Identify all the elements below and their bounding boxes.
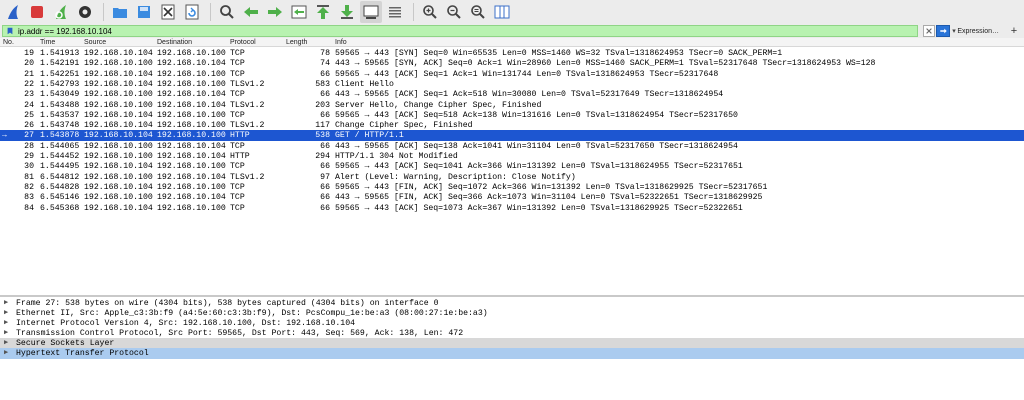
toolbar-separator bbox=[103, 3, 104, 21]
column-header-source[interactable]: Source bbox=[84, 38, 106, 47]
go-to-packet-button[interactable] bbox=[288, 1, 310, 23]
main-toolbar bbox=[0, 0, 1024, 24]
open-file-button[interactable] bbox=[109, 1, 131, 23]
column-header-info[interactable]: Info bbox=[335, 38, 347, 47]
packet-protocol: TCP bbox=[230, 203, 245, 213]
add-filter-button[interactable]: + bbox=[1008, 24, 1020, 38]
first-packet-button[interactable] bbox=[312, 1, 334, 23]
last-packet-icon bbox=[341, 5, 353, 19]
save-file-button[interactable] bbox=[133, 1, 155, 23]
packet-details-tree: ▶ Frame 27: 538 bytes on wire (4304 bits)… bbox=[0, 297, 1024, 400]
packet-time: 6.545368 bbox=[40, 203, 80, 213]
capture-options-button[interactable] bbox=[74, 1, 96, 23]
zoom-in-button[interactable] bbox=[419, 1, 441, 23]
colorize-button[interactable] bbox=[384, 1, 406, 23]
packet-length: 66 bbox=[320, 203, 330, 213]
packet-source: 192.168.10.104 bbox=[84, 203, 153, 213]
packet-number: 84 bbox=[24, 203, 34, 213]
column-header-protocol[interactable]: Protocol bbox=[230, 38, 256, 47]
close-file-icon bbox=[161, 4, 175, 20]
colorize-icon bbox=[389, 7, 401, 18]
display-filter-value: ip.addr == 192.168.10.104 bbox=[18, 26, 112, 36]
resize-columns-icon bbox=[494, 5, 510, 19]
column-header-destination[interactable]: Destination bbox=[157, 38, 192, 47]
packet-destination: 192.168.10.100 bbox=[157, 203, 226, 213]
display-filter-bar: ip.addr == 192.168.10.104 ▾ Expression… … bbox=[0, 24, 1024, 38]
start-capture-button[interactable] bbox=[2, 1, 24, 23]
column-header-time[interactable]: Time bbox=[40, 38, 55, 47]
autoscroll-button[interactable] bbox=[360, 1, 382, 23]
bookmark-icon[interactable] bbox=[4, 26, 16, 36]
packet-list: 19 1.541913 192.168.10.104 192.168.10.100 TC… bbox=[0, 47, 1024, 295]
clear-filter-button[interactable] bbox=[923, 25, 935, 37]
options-gear-icon bbox=[79, 6, 91, 18]
autoscroll-icon bbox=[363, 5, 379, 19]
find-packet-button[interactable] bbox=[216, 1, 238, 23]
toolbar-separator bbox=[210, 3, 211, 21]
open-folder-icon bbox=[113, 8, 127, 18]
toolbar-separator bbox=[413, 3, 414, 21]
column-header-no[interactable]: No. bbox=[3, 38, 14, 47]
display-filter-input[interactable]: ip.addr == 192.168.10.104 bbox=[2, 25, 918, 37]
zoom-out-icon bbox=[447, 5, 461, 19]
reload-file-button[interactable] bbox=[181, 1, 203, 23]
go-back-button[interactable] bbox=[240, 1, 262, 23]
column-header-length[interactable]: Length bbox=[286, 38, 307, 47]
go-to-packet-icon bbox=[291, 5, 307, 19]
detail-tree-label: Hypertext Transfer Protocol bbox=[16, 349, 149, 358]
packet-info: 59565 → 443 [ACK] Seq=1073 Ack=367 Win=1… bbox=[335, 203, 743, 213]
stop-capture-button[interactable] bbox=[26, 1, 48, 23]
apply-filter-button[interactable] bbox=[936, 25, 950, 37]
restart-fin-icon bbox=[55, 5, 66, 19]
zoom-out-button[interactable] bbox=[443, 1, 465, 23]
apply-arrow-icon bbox=[939, 28, 947, 34]
detail-tree-item[interactable]: ▶ Hypertext Transfer Protocol bbox=[0, 348, 1024, 359]
stop-square-icon bbox=[31, 6, 43, 18]
go-forward-arrow-icon bbox=[268, 7, 282, 17]
resize-columns-button[interactable] bbox=[491, 1, 513, 23]
zoom-in-icon bbox=[423, 5, 437, 19]
find-magnifier-icon bbox=[220, 5, 234, 19]
last-packet-button[interactable] bbox=[336, 1, 358, 23]
first-packet-icon bbox=[317, 5, 329, 19]
restart-capture-button[interactable] bbox=[50, 1, 72, 23]
expression-button[interactable]: Expression… bbox=[951, 25, 1001, 37]
normal-size-button[interactable] bbox=[467, 1, 489, 23]
close-file-button[interactable] bbox=[157, 1, 179, 23]
go-forward-button[interactable] bbox=[264, 1, 286, 23]
packet-list-header: No. Time Source Destination Protocol Len… bbox=[0, 38, 1024, 47]
reload-icon bbox=[185, 4, 199, 20]
save-file-icon bbox=[138, 6, 150, 18]
clear-icon bbox=[926, 28, 932, 34]
packet-row[interactable]: 84 6.545368 192.168.10.104 192.168.10.100 TC… bbox=[0, 203, 1024, 214]
go-back-arrow-icon bbox=[244, 7, 258, 17]
normal-size-icon bbox=[471, 5, 485, 19]
shark-fin-start-icon bbox=[8, 5, 18, 19]
expand-triangle-icon[interactable]: ▶ bbox=[4, 348, 8, 359]
